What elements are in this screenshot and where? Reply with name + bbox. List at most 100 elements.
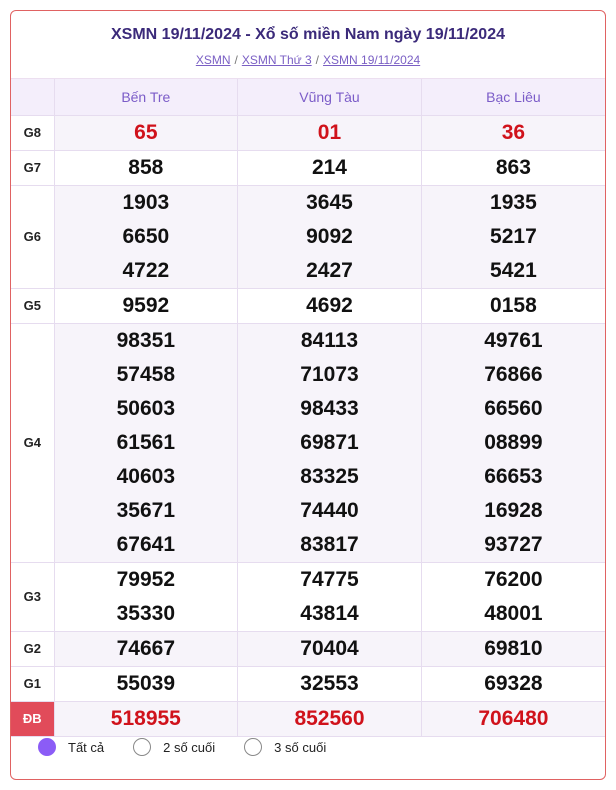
page-title: XSMN 19/11/2024 - Xổ số miền Nam ngày 19… xyxy=(111,26,505,43)
result-cell: 55039 xyxy=(54,666,239,702)
result-number: 2427 xyxy=(306,258,353,282)
result-cell: 214 xyxy=(237,150,422,186)
result-number: 0158 xyxy=(490,293,537,317)
result-cell: 858 xyxy=(54,150,239,186)
result-cell: 9092 xyxy=(237,219,422,254)
result-number: 74667 xyxy=(116,636,176,660)
result-cell: 16928 xyxy=(421,493,605,528)
result-number: 98433 xyxy=(300,396,359,420)
results-body: G8 65 01 36 G7 858 214 863 G6 1903 3645 1935 6650 909… xyxy=(11,115,605,737)
result-number: 35671 xyxy=(116,498,176,522)
result-cell: 98351 xyxy=(54,323,239,358)
radio-icon[interactable] xyxy=(244,738,263,756)
result-number: 71073 xyxy=(300,362,359,386)
result-cell: 69328 xyxy=(421,666,605,702)
result-cell: 66653 xyxy=(421,459,605,494)
result-number: 214 xyxy=(311,155,347,179)
breadcrumb: XSMN / XSMN Thứ 3/XSMN 19/11/2024 xyxy=(11,53,605,67)
result-cell: 98433 xyxy=(237,391,422,426)
prize-row: 50603 98433 66560 xyxy=(11,391,605,426)
filter-option-last-2[interactable]: 2 số cuối xyxy=(133,738,215,756)
result-cell: 65 xyxy=(54,115,239,151)
result-number: 48001 xyxy=(484,601,543,625)
result-cell: 69810 xyxy=(421,631,605,667)
result-number: 66653 xyxy=(484,464,543,488)
corner-cell xyxy=(11,79,55,116)
result-number: 83325 xyxy=(300,464,359,488)
prize-label: G4 xyxy=(11,323,55,563)
result-cell: 4722 xyxy=(54,253,239,289)
result-number: 69810 xyxy=(484,636,543,660)
result-cell: 74775 xyxy=(237,562,422,597)
prize-label: G2 xyxy=(11,631,55,667)
prize-label: G8 xyxy=(11,115,55,151)
prize-row: G2 74667 70404 69810 xyxy=(11,631,605,667)
result-cell: 43814 xyxy=(237,596,422,632)
result-cell: 48001 xyxy=(421,596,605,632)
result-number: 5217 xyxy=(490,224,537,248)
radio-selected-icon[interactable] xyxy=(38,738,56,756)
result-number: 83817 xyxy=(300,532,359,556)
result-number: 35330 xyxy=(116,601,176,625)
result-cell: 32553 xyxy=(237,666,422,702)
result-number: 3645 xyxy=(306,190,353,214)
table-header-row: Bến Tre Vũng Tàu Bạc Liêu xyxy=(11,79,605,116)
result-cell: 66560 xyxy=(421,391,605,426)
result-number: 5421 xyxy=(490,258,537,282)
result-number: 76200 xyxy=(484,567,543,591)
result-number: 40603 xyxy=(116,464,176,488)
column-header-ben-tre[interactable]: Bến Tre xyxy=(54,79,239,116)
result-cell: 50603 xyxy=(54,391,239,426)
result-cell: 61561 xyxy=(54,425,239,460)
result-cell: 1935 xyxy=(421,185,605,220)
result-number: 9592 xyxy=(122,293,170,317)
result-number: 1935 xyxy=(490,190,537,214)
result-number: 93727 xyxy=(484,532,543,556)
result-number: 32553 xyxy=(300,671,359,695)
breadcrumb-link-xsmn-thu3[interactable]: XSMN Thứ 3 xyxy=(242,53,312,67)
result-number: 4722 xyxy=(122,258,170,282)
result-number: 6650 xyxy=(122,224,170,248)
prize-row: G7 858 214 863 xyxy=(11,150,605,186)
result-cell: 01 xyxy=(237,115,422,151)
filter-label: Tất cả xyxy=(68,739,105,755)
prize-label: G5 xyxy=(11,288,55,324)
result-number: 49761 xyxy=(484,328,543,352)
result-number: 70404 xyxy=(300,636,359,660)
filter-option-last-3[interactable]: 3 số cuối xyxy=(244,738,326,756)
column-header-vung-tau[interactable]: Vũng Tàu xyxy=(237,79,422,116)
result-number: 08899 xyxy=(484,430,543,454)
breadcrumb-link-xsmn[interactable]: XSMN xyxy=(196,53,231,67)
breadcrumb-link-xsmn-date[interactable]: XSMN 19/11/2024 xyxy=(323,53,420,67)
prize-row: G1 55039 32553 69328 xyxy=(11,666,605,702)
result-cell: 74440 xyxy=(237,493,422,528)
result-cell: 93727 xyxy=(421,527,605,563)
prize-row: 67641 83817 93727 xyxy=(11,527,605,563)
filter-option-all[interactable]: Tất cả xyxy=(38,738,104,756)
result-cell: 2427 xyxy=(237,253,422,289)
result-number: 57458 xyxy=(116,362,176,386)
prize-row: G4 98351 84113 49761 xyxy=(11,323,605,563)
result-cell: 83817 xyxy=(237,527,422,563)
breadcrumb-separator: / xyxy=(315,53,320,67)
result-number: 69871 xyxy=(300,430,359,454)
result-number: 9092 xyxy=(306,224,353,248)
prize-row: 40603 83325 66653 xyxy=(11,459,605,494)
results-card: XSMN 19/11/2024 - Xổ số miền Nam ngày 19… xyxy=(10,10,606,780)
result-number: 36 xyxy=(501,120,526,144)
result-number: 67641 xyxy=(116,532,176,556)
radio-icon[interactable] xyxy=(133,738,152,756)
prize-row: 4722 2427 5421 xyxy=(11,253,605,289)
prize-row: G5 9592 4692 0158 xyxy=(11,288,605,324)
result-number: 1903 xyxy=(122,190,170,214)
result-cell: 08899 xyxy=(421,425,605,460)
result-cell: 76200 xyxy=(421,562,605,597)
prize-row: 61561 69871 08899 xyxy=(11,425,605,460)
results-header: XSMN 19/11/2024 - Xổ số miền Nam ngày 19… xyxy=(11,11,605,79)
column-header-bac-lieu[interactable]: Bạc Liêu xyxy=(421,79,605,116)
result-cell: 4692 xyxy=(237,288,422,324)
result-cell: 0158 xyxy=(421,288,605,324)
result-number: 79952 xyxy=(116,567,176,591)
result-number: 69328 xyxy=(484,671,543,695)
result-cell: 84113 xyxy=(237,323,422,358)
